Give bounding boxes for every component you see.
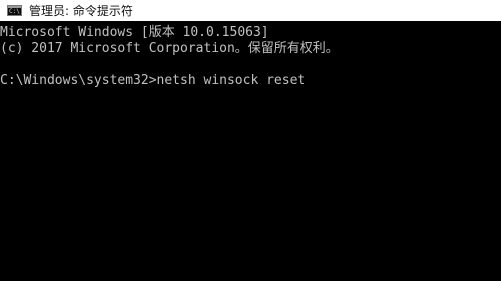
console-line-command[interactable]: C:\Windows\system32>netsh winsock reset [0,73,305,89]
command-prompt-window: C:\ 管理员: 命令提示符 Microsoft Windows [版本 10.… [0,0,501,281]
console-icon[interactable]: C:\ [7,5,22,16]
console-output[interactable]: Microsoft Windows [版本 10.0.15063] (c) 20… [0,21,501,281]
console-line-version: Microsoft Windows [版本 10.0.15063] [0,25,269,40]
console-line-copyright: (c) 2017 Microsoft Corporation。保留所有权利。 [0,41,339,56]
window-title: 管理员: 命令提示符 [29,4,133,18]
title-bar[interactable]: C:\ 管理员: 命令提示符 [0,0,501,21]
console-icon-glyph: C:\ [9,8,20,15]
